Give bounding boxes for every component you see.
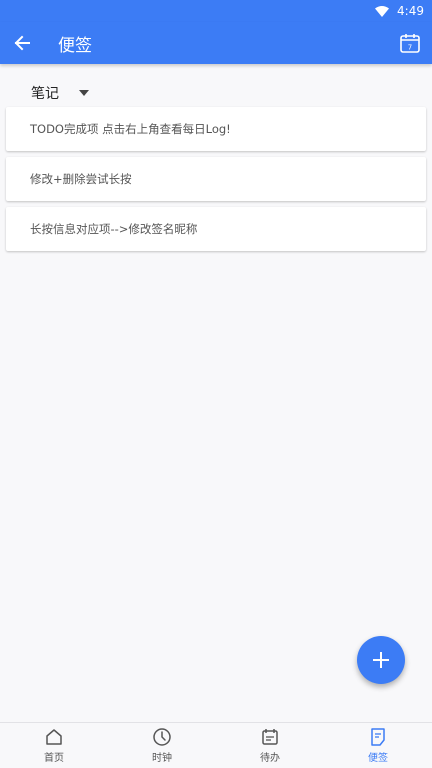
add-note-button[interactable] bbox=[357, 636, 405, 684]
notes-list: TODO完成项 点击右上角查看每日Log! 修改+删除尝试长按 长按信息对应项-… bbox=[6, 107, 426, 257]
app-bar: 便签 7 bbox=[0, 22, 432, 64]
home-icon bbox=[46, 729, 62, 745]
page-title: 便签 bbox=[58, 35, 92, 56]
nav-label: 首页 bbox=[44, 753, 64, 764]
category-dropdown[interactable]: 笔记 bbox=[31, 83, 89, 103]
note-item[interactable]: TODO完成项 点击右上角查看每日Log! bbox=[6, 107, 426, 151]
notes-screen: 4:49 便签 7 笔记 TODO完成项 点击右上角查看每日Log! 修改+删除… bbox=[0, 0, 432, 768]
wifi-icon bbox=[375, 5, 390, 17]
nav-label: 时钟 bbox=[152, 753, 172, 764]
calendar-log-button[interactable]: 7 bbox=[398, 31, 422, 55]
nav-label: 待办 bbox=[260, 753, 280, 764]
nav-item-todo[interactable]: 待办 bbox=[216, 723, 324, 768]
plus-icon bbox=[373, 652, 389, 668]
nav-label: 便签 bbox=[368, 753, 388, 764]
nav-item-notes[interactable]: 便签 bbox=[324, 723, 432, 768]
note-icon bbox=[371, 728, 385, 746]
back-arrow-icon bbox=[14, 35, 30, 51]
note-item[interactable]: 修改+删除尝试长按 bbox=[6, 157, 426, 201]
calendar-icon: 7 bbox=[400, 34, 420, 53]
nav-item-home[interactable]: 首页 bbox=[0, 723, 108, 768]
clock-icon bbox=[153, 728, 171, 746]
category-label: 笔记 bbox=[31, 86, 59, 102]
todo-icon bbox=[262, 729, 278, 745]
status-bar: 4:49 bbox=[0, 0, 432, 22]
back-button[interactable] bbox=[0, 22, 44, 64]
nav-item-clock[interactable]: 时钟 bbox=[108, 723, 216, 768]
bottom-nav: 首页 时钟 待办 便签 bbox=[0, 722, 432, 768]
svg-text:7: 7 bbox=[408, 44, 412, 52]
status-time: 4:49 bbox=[397, 4, 424, 18]
dropdown-arrow-icon bbox=[79, 90, 89, 96]
note-item[interactable]: 长按信息对应项-->修改签名昵称 bbox=[6, 207, 426, 251]
